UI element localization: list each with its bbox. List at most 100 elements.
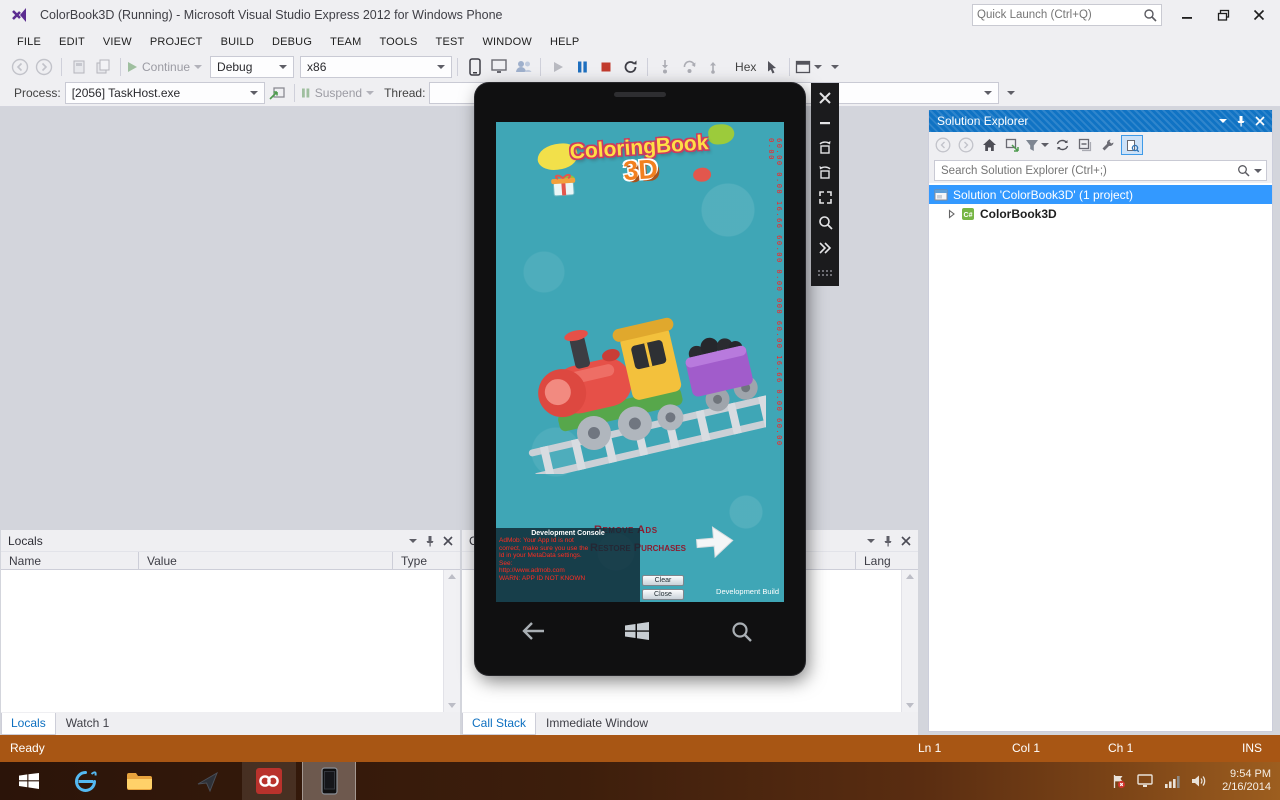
- toolbar-overflow-button[interactable]: [831, 65, 839, 69]
- search-icon[interactable]: [1237, 164, 1250, 177]
- phone-start-button[interactable]: [623, 621, 651, 646]
- se-preview-toggle-button[interactable]: [1121, 135, 1143, 155]
- phone-search-button[interactable]: [731, 621, 753, 648]
- expander-icon[interactable]: [948, 209, 956, 219]
- solution-explorer-search-box[interactable]: [934, 160, 1267, 181]
- save-button[interactable]: [67, 55, 91, 79]
- continue-dropdown-caret[interactable]: [194, 65, 202, 69]
- column-header-type[interactable]: Type: [393, 552, 443, 569]
- inspect-button[interactable]: [760, 55, 784, 79]
- se-filter-button[interactable]: [1025, 133, 1049, 157]
- emulator-drag-grip[interactable]: [811, 260, 839, 285]
- start-debug-button[interactable]: [546, 55, 570, 79]
- tab-locals[interactable]: Locals: [1, 713, 56, 735]
- restart-button[interactable]: [618, 55, 642, 79]
- step-out-button[interactable]: [701, 55, 725, 79]
- se-scope-button[interactable]: [1002, 133, 1022, 157]
- pin-icon[interactable]: [425, 535, 435, 547]
- start-button[interactable]: [0, 762, 58, 800]
- window-position-caret[interactable]: [409, 539, 417, 543]
- platform-combobox[interactable]: x86: [300, 56, 452, 78]
- emulator-fit-to-screen-button[interactable]: [811, 185, 839, 210]
- quick-launch-box[interactable]: [972, 4, 1162, 26]
- configuration-combobox[interactable]: Debug: [210, 56, 294, 78]
- menu-build[interactable]: BUILD: [212, 32, 263, 52]
- menu-edit[interactable]: EDIT: [50, 32, 94, 52]
- simulator-dashboard-button[interactable]: [487, 55, 511, 79]
- step-into-button[interactable]: [653, 55, 677, 79]
- action-center-flag-icon[interactable]: [1111, 774, 1126, 789]
- menu-view[interactable]: VIEW: [94, 32, 141, 52]
- emulator-rotate-right-button[interactable]: [811, 160, 839, 185]
- emulator-zoom-button[interactable]: [811, 210, 839, 235]
- step-over-button[interactable]: [677, 55, 701, 79]
- menu-help[interactable]: HELP: [541, 32, 589, 52]
- column-header-value[interactable]: Value: [139, 552, 393, 569]
- se-properties-button[interactable]: [1098, 133, 1118, 157]
- navigate-forward-button[interactable]: [32, 55, 56, 79]
- device-target-button[interactable]: [463, 55, 487, 79]
- suspend-caret[interactable]: [366, 91, 374, 95]
- quick-launch-input[interactable]: [977, 9, 1143, 21]
- windows-phone-emulator[interactable]: ColoringBook 3D 60.00 0.00 16.66 60.00 0…: [475, 83, 805, 675]
- se-back-button[interactable]: [933, 133, 953, 157]
- dark-app-button[interactable]: [180, 762, 234, 800]
- se-collapse-all-button[interactable]: [1075, 133, 1095, 157]
- solution-explorer-search-input[interactable]: [941, 165, 1233, 177]
- menu-team[interactable]: TEAM: [321, 32, 370, 52]
- scroll-down-arrow[interactable]: [906, 703, 914, 708]
- solution-explorer-header[interactable]: Solution Explorer: [929, 110, 1272, 132]
- continue-label[interactable]: Continue: [142, 60, 190, 74]
- team-button[interactable]: [511, 55, 535, 79]
- se-sync-button[interactable]: [1052, 133, 1072, 157]
- suspend-button[interactable]: [300, 81, 311, 105]
- menu-window[interactable]: WINDOW: [473, 32, 540, 52]
- se-home-button[interactable]: [979, 133, 999, 157]
- search-options-caret[interactable]: [1254, 169, 1262, 173]
- menu-tools[interactable]: TOOLS: [370, 32, 426, 52]
- navigate-back-button[interactable]: [8, 55, 32, 79]
- tab-immediate-window[interactable]: Immediate Window: [537, 713, 657, 735]
- next-arrow-button[interactable]: [692, 518, 738, 570]
- close-button[interactable]: [1244, 0, 1274, 30]
- attach-to-process-button[interactable]: [265, 81, 289, 105]
- volume-icon[interactable]: [1191, 774, 1207, 788]
- close-icon[interactable]: [1255, 116, 1265, 126]
- monitor-tray-icon[interactable]: [1137, 774, 1153, 788]
- emulator-rotate-left-button[interactable]: [811, 135, 839, 160]
- emulator-screen[interactable]: ColoringBook 3D 60.00 0.00 16.66 60.00 0…: [496, 122, 784, 602]
- emulator-close-button[interactable]: [811, 85, 839, 110]
- restore-button[interactable]: [1208, 0, 1238, 30]
- scroll-up-arrow[interactable]: [906, 574, 914, 579]
- emulator-minimize-button[interactable]: [811, 110, 839, 135]
- toolbar-overflow-button[interactable]: [1007, 91, 1015, 95]
- tab-call-stack[interactable]: Call Stack: [462, 713, 536, 735]
- locals-panel-header[interactable]: Locals: [1, 530, 460, 551]
- continue-button[interactable]: [126, 55, 138, 79]
- column-header-lang[interactable]: Lang: [856, 552, 901, 569]
- console-close-button[interactable]: Close: [642, 589, 684, 600]
- taskbar-clock[interactable]: 9:54 PM 2/16/2014: [1222, 768, 1271, 794]
- menu-debug[interactable]: DEBUG: [263, 32, 321, 52]
- close-icon[interactable]: [443, 536, 453, 546]
- scroll-up-arrow[interactable]: [448, 574, 456, 579]
- hex-toggle-button[interactable]: Hex: [735, 60, 756, 74]
- column-header-name[interactable]: Name: [1, 552, 139, 569]
- suspend-label[interactable]: Suspend: [315, 86, 362, 100]
- emulator-expand-button[interactable]: [811, 235, 839, 260]
- menu-project[interactable]: PROJECT: [141, 32, 212, 52]
- console-clear-button[interactable]: Clear: [642, 575, 684, 586]
- network-icon[interactable]: [1164, 775, 1180, 788]
- internet-explorer-button[interactable]: [58, 762, 112, 800]
- scroll-down-arrow[interactable]: [448, 703, 456, 708]
- save-all-button[interactable]: [91, 55, 115, 79]
- window-position-caret[interactable]: [1219, 119, 1227, 123]
- tree-node-solution[interactable]: Solution 'ColorBook3D' (1 project): [929, 185, 1272, 204]
- vertical-scrollbar[interactable]: [443, 570, 460, 712]
- stop-debug-button[interactable]: [594, 55, 618, 79]
- break-all-button[interactable]: [570, 55, 594, 79]
- process-combobox[interactable]: [2056] TaskHost.exe: [65, 82, 265, 104]
- vertical-scrollbar[interactable]: [901, 570, 918, 712]
- file-explorer-button[interactable]: [112, 762, 166, 800]
- emulator-taskbar-button[interactable]: [302, 762, 356, 800]
